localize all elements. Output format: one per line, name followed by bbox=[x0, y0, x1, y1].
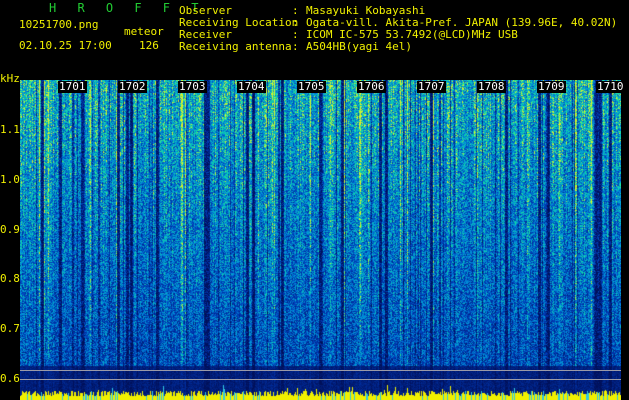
spectrogram-canvas bbox=[20, 80, 621, 400]
datetime-label: 02.10.25 17:00 bbox=[19, 39, 112, 52]
axis-tick: 0.8 bbox=[0, 272, 20, 285]
axis-tick: 0.6 bbox=[0, 372, 20, 385]
meteor-label: meteor bbox=[124, 25, 164, 38]
axis-tick: 1.0 bbox=[0, 173, 20, 186]
axis-tick: 0.9 bbox=[0, 223, 20, 236]
axis-tick: 1.1 bbox=[0, 123, 20, 136]
spectrogram bbox=[20, 80, 621, 400]
antenna-label: Receiving antenna bbox=[179, 40, 292, 53]
time-label: 1704 bbox=[237, 80, 266, 93]
axis-unit: kHz bbox=[0, 72, 20, 85]
time-label: 1709 bbox=[537, 80, 566, 93]
time-label: 1706 bbox=[357, 80, 386, 93]
antenna-value: A504HB(yagi 4el) bbox=[306, 40, 412, 53]
frequency-marker-line bbox=[20, 379, 621, 380]
time-label: 1705 bbox=[297, 80, 326, 93]
meteor-count: 126 bbox=[139, 39, 159, 52]
time-label: 1707 bbox=[417, 80, 446, 93]
time-label: 1703 bbox=[178, 80, 207, 93]
axis-tick: 0.7 bbox=[0, 322, 20, 335]
filename-label: 10251700.png bbox=[19, 18, 99, 31]
separator: : bbox=[292, 40, 299, 53]
time-label: 1708 bbox=[477, 80, 506, 93]
time-label: 1701 bbox=[58, 80, 87, 93]
time-label: 1710 bbox=[596, 80, 625, 93]
frequency-marker-line bbox=[20, 370, 621, 371]
time-label: 1702 bbox=[118, 80, 147, 93]
